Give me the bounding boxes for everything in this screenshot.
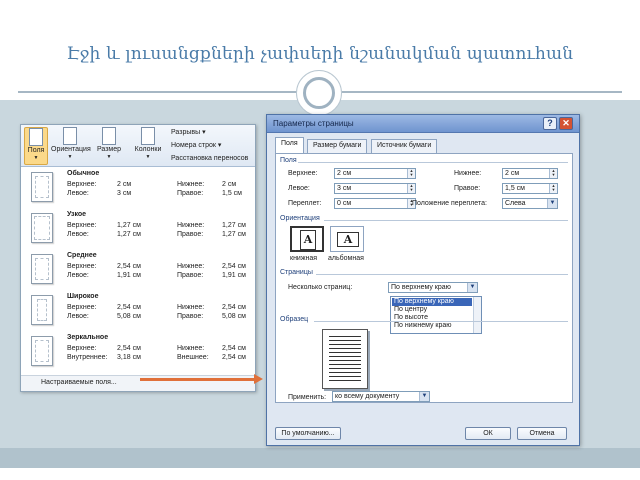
sample-group-label: Образец (280, 316, 309, 323)
columns-icon (141, 127, 155, 145)
right-margin-label: Правое: (454, 185, 481, 192)
help-button[interactable]: ? (543, 117, 557, 130)
option-top-edge[interactable]: По верхнему краю (392, 298, 472, 306)
top-margin-input[interactable]: 2 см ▲ ▼ (334, 168, 416, 179)
dialog-title: Параметры страницы (273, 119, 354, 128)
portrait-page-icon: A (300, 230, 316, 250)
gutter-position-label: Положение переплета: (412, 200, 487, 207)
slide-footer-band (0, 448, 640, 468)
margin-preset-moderate[interactable]: Среднее Верхнее: 2,54 см Нижнее: 2,54 см Ле… (21, 251, 255, 292)
hyphenation-button[interactable]: Расстановка переносов (171, 154, 248, 163)
chevron-down-icon: ▼ (547, 199, 557, 208)
chevron-down-icon: ▼ (467, 283, 477, 292)
margins-icon (29, 128, 43, 146)
columns-button[interactable]: Колонки ▼ (129, 127, 167, 165)
page-thumbnail-icon (31, 295, 53, 325)
spinner-arrows-icon: ▲ ▼ (407, 184, 415, 193)
spinner-arrows-icon: ▲ ▼ (549, 184, 557, 193)
tab-paper-size[interactable]: Размер бумаги (307, 139, 368, 153)
margins-menu-screenshot: Поля ▼ Ориентация ▼ Размер ▼ Колонки ▼ Р… (20, 124, 256, 392)
close-button[interactable]: ✕ (559, 117, 573, 130)
margin-preset-narrow[interactable]: Узкое Верхнее: 1,27 см Нижнее: 1,27 см Лево… (21, 210, 255, 251)
slide-footer (0, 468, 640, 480)
bottom-margin-input[interactable]: 2 см ▲ ▼ (502, 168, 558, 179)
dropdown-arrow-icon: ▼ (67, 154, 73, 160)
orientation-button[interactable]: Ориентация ▼ (51, 127, 91, 165)
tab-paper-source[interactable]: Источник бумаги (371, 139, 438, 153)
orientation-group-label: Ориентация (280, 215, 320, 222)
margins-button[interactable]: Поля ▼ (24, 127, 48, 165)
landscape-button[interactable]: A (330, 226, 364, 252)
page-setup-dialog: Параметры страницы ? ✕ Поля Размер бумаг… (266, 114, 580, 446)
line-numbers-button[interactable]: Номера строк ▾ (171, 141, 221, 150)
size-icon (102, 127, 116, 145)
margin-preset-normal[interactable]: Обычное Верхнее: 2 см Нижнее: 2 см Левое: 3 … (21, 169, 255, 210)
multiple-pages-label: Несколько страниц: (288, 284, 353, 291)
size-button[interactable]: Размер ▼ (93, 127, 125, 165)
gutter-input[interactable]: 0 см ▲ ▼ (334, 198, 416, 209)
spinner-arrows-icon: ▲ ▼ (549, 169, 557, 178)
pointer-arrow-icon (140, 378, 256, 381)
margins-tab-panel: Поля Верхнее: 2 см ▲ ▼ Нижнее: 2 см ▲ ▼ Лево… (275, 153, 573, 403)
margin-preset-mirrored[interactable]: Зеркальное Верхнее: 2,54 см Нижнее: 2,54 см… (21, 333, 255, 374)
page-thumbnail-icon (31, 172, 53, 202)
dialog-titlebar[interactable]: Параметры страницы ? ✕ (267, 115, 579, 133)
cancel-button[interactable]: Отмена (517, 427, 567, 440)
chevron-down-icon: ▼ (419, 392, 429, 401)
page-preview (322, 329, 368, 389)
apply-to-select[interactable]: ко всему документу ▼ (332, 391, 430, 402)
portrait-label: книжная (290, 255, 318, 262)
apply-to-label: Применить: (288, 394, 327, 401)
title-rule-left (18, 91, 298, 93)
gutter-label: Переплет: (288, 200, 322, 207)
ok-button[interactable]: ОК (465, 427, 511, 440)
arrow-head-icon (254, 374, 263, 384)
pages-group-label: Страницы (280, 269, 313, 276)
spinner-arrows-icon: ▲ ▼ (407, 169, 415, 178)
slide-title: Էջի և լուսանցքների չափսերի նշանակման պատ… (66, 44, 574, 64)
multiple-pages-select[interactable]: По верхнему краю ▼ (388, 282, 478, 293)
landscape-page-icon: A (337, 232, 359, 247)
page-thumbnail-icon (31, 213, 53, 243)
top-margin-label: Верхнее: (288, 170, 318, 177)
portrait-button[interactable]: A (290, 226, 324, 252)
dropdown-scrollbar[interactable] (473, 297, 481, 333)
left-margin-input[interactable]: 3 см ▲ ▼ (334, 183, 416, 194)
tab-margins[interactable]: Поля (275, 137, 304, 153)
gutter-position-select[interactable]: Слева ▼ (502, 198, 558, 209)
multiple-pages-dropdown-list: По верхнему краю По центру По высоте По … (390, 296, 482, 334)
dropdown-arrow-icon: ▼ (145, 154, 151, 160)
bottom-margin-label: Нижнее: (454, 170, 482, 177)
page-thumbnail-icon (31, 336, 53, 366)
decorative-ring-icon (303, 77, 335, 109)
page-layout-ribbon: Поля ▼ Ориентация ▼ Размер ▼ Колонки ▼ Р… (21, 125, 255, 167)
left-margin-label: Левое: (288, 185, 310, 192)
orientation-icon (63, 127, 77, 145)
title-rule-right (342, 91, 622, 93)
page-thumbnail-icon (31, 254, 53, 284)
right-margin-input[interactable]: 1,5 см ▲ ▼ (502, 183, 558, 194)
fields-group-label: Поля (280, 157, 297, 164)
dropdown-arrow-icon: ▼ (106, 154, 112, 160)
option-bottom-edge[interactable]: По нижнему краю (392, 322, 472, 330)
margin-presets-list: Обычное Верхнее: 2 см Нижнее: 2 см Левое: 3 … (21, 169, 255, 374)
landscape-label: альбомная (328, 255, 364, 262)
margin-preset-wide[interactable]: Широкое Верхнее: 2,54 см Нижнее: 2,54 см Ле… (21, 292, 255, 333)
breaks-button[interactable]: Разрывы ▾ (171, 128, 206, 137)
option-center[interactable]: По центру (392, 306, 472, 314)
dropdown-arrow-icon: ▼ (33, 155, 39, 161)
default-button[interactable]: По умолчанию... (275, 427, 341, 440)
